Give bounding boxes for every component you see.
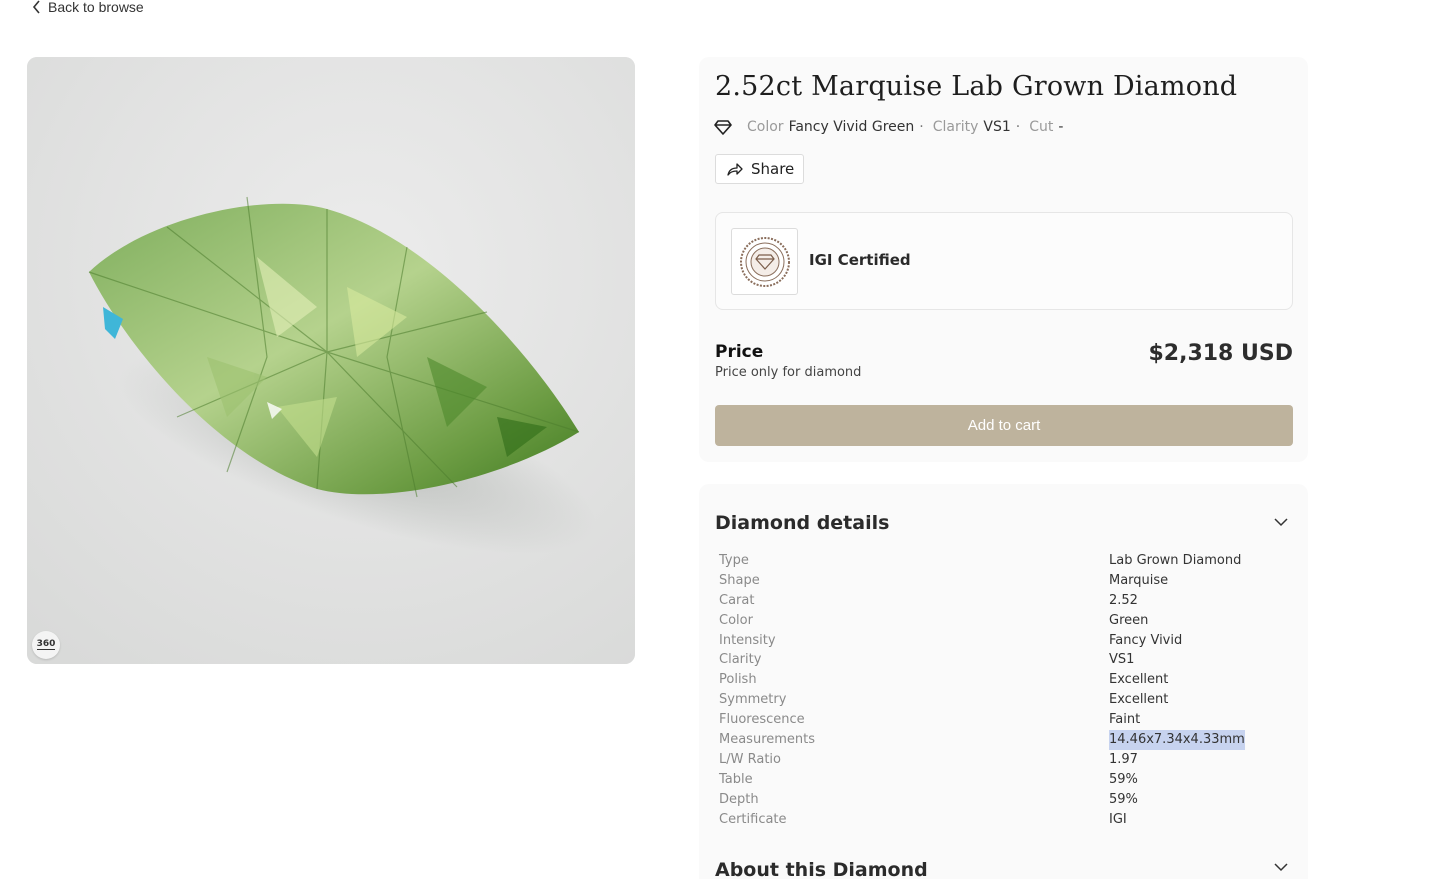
spec-color-label: Color — [747, 119, 784, 135]
detail-key: Certificate — [719, 811, 787, 827]
detail-value: VS1 — [1109, 652, 1135, 668]
detail-value: 59% — [1109, 791, 1138, 807]
detail-value: Faint — [1109, 712, 1141, 728]
view-360-button[interactable]: 360 — [32, 631, 60, 659]
detail-key: Depth — [719, 791, 759, 807]
details-table: Type Lab Grown Diamond Shape Marquise Carat 2… — [719, 551, 1279, 829]
detail-value: 59% — [1109, 771, 1138, 787]
spec-separator: · — [1015, 119, 1021, 135]
detail-value: Green — [1109, 612, 1149, 628]
product-title: 2.52ct Marquise Lab Grown Diamond — [715, 71, 1238, 102]
diamond-details-heading[interactable]: Diamond details — [715, 512, 889, 534]
price-value: $2,318 USD — [1148, 341, 1293, 366]
certification-box: IGI Certified — [715, 212, 1293, 310]
spec-clarity-label: Clarity — [932, 119, 979, 135]
view-360-label: 360 — [36, 639, 56, 650]
diamond-image-viewer[interactable]: 360 — [27, 57, 635, 664]
back-link-label: Back to browse — [48, 0, 144, 15]
back-to-browse-link[interactable]: Back to browse — [32, 0, 144, 16]
add-to-cart-button[interactable]: Add to cart — [715, 405, 1293, 446]
detail-key: Measurements — [719, 732, 816, 748]
spec-separator: · — [919, 119, 924, 135]
detail-value: Marquise — [1109, 572, 1169, 588]
chevron-down-icon[interactable] — [1274, 518, 1288, 527]
detail-key: Shape — [719, 572, 760, 588]
detail-value: Excellent — [1109, 672, 1169, 688]
detail-row: L/W Ratio 1.97 — [719, 750, 1279, 770]
product-summary-card: 2.52ct Marquise Lab Grown Diamond Color … — [699, 57, 1308, 462]
detail-key: Symmetry — [719, 692, 787, 708]
detail-value: 14.46x7.34x4.33mm — [1109, 730, 1245, 750]
detail-key: Clarity — [719, 652, 762, 668]
detail-row: Certificate IGI — [719, 810, 1279, 830]
chevron-left-icon — [32, 0, 40, 14]
detail-value: Excellent — [1109, 692, 1169, 708]
spec-summary: Color Fancy Vivid Green · Clarity VS1 · … — [714, 119, 1063, 135]
detail-row: Clarity VS1 — [719, 650, 1279, 670]
detail-key: Polish — [719, 672, 757, 688]
price-note: Price only for diamond — [715, 365, 862, 380]
detail-key: Type — [719, 553, 749, 568]
share-label: Share — [751, 160, 795, 178]
detail-row: Measurements 14.46x7.34x4.33mm — [719, 730, 1279, 750]
share-icon — [727, 162, 743, 176]
diamond-icon — [714, 119, 732, 135]
detail-value: Lab Grown Diamond — [1109, 553, 1242, 568]
spec-cut-label: Cut — [1029, 119, 1054, 135]
detail-row: Type Lab Grown Diamond — [719, 551, 1279, 571]
detail-key: L/W Ratio — [719, 751, 781, 767]
detail-key: Carat — [719, 592, 755, 608]
detail-value: 2.52 — [1109, 592, 1138, 608]
diamond-details-panel: Diamond details Type Lab Grown Diamond Sha… — [699, 484, 1308, 879]
detail-key: Intensity — [719, 632, 776, 648]
detail-row: Intensity Fancy Vivid — [719, 631, 1279, 651]
detail-key: Fluorescence — [719, 712, 805, 728]
spec-color-value: Fancy Vivid Green — [788, 119, 915, 135]
spec-cut-value: - — [1058, 119, 1064, 135]
detail-value: IGI — [1109, 811, 1127, 827]
about-diamond-heading[interactable]: About this Diamond — [715, 859, 928, 879]
detail-value: Fancy Vivid — [1109, 632, 1183, 648]
spec-clarity-value: VS1 — [983, 119, 1011, 135]
certified-label: IGI Certified — [809, 251, 911, 269]
igi-seal-logo — [731, 228, 798, 295]
detail-row: Carat 2.52 — [719, 591, 1279, 611]
detail-value: 1.97 — [1109, 751, 1138, 767]
detail-key: Color — [719, 612, 753, 628]
detail-row: Depth 59% — [719, 790, 1279, 810]
price-label: Price — [715, 342, 764, 362]
diamond-photo — [27, 57, 635, 664]
detail-key: Table — [719, 771, 753, 787]
detail-row: Shape Marquise — [719, 571, 1279, 591]
detail-row: Symmetry Excellent — [719, 690, 1279, 710]
detail-row: Color Green — [719, 611, 1279, 631]
detail-row: Table 59% — [719, 770, 1279, 790]
detail-row: Polish Excellent — [719, 670, 1279, 690]
detail-row: Fluorescence Faint — [719, 710, 1279, 730]
chevron-down-icon[interactable] — [1274, 863, 1288, 872]
share-button[interactable]: Share — [715, 154, 804, 184]
